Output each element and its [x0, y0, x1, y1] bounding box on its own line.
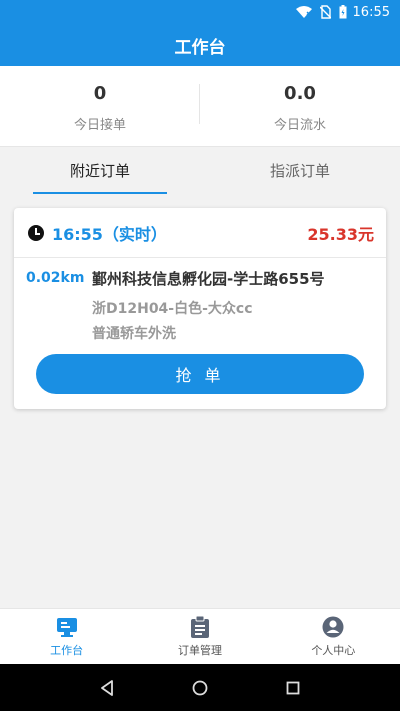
stat-orders-today: 0 今日接单: [0, 66, 200, 146]
page-title: 工作台: [0, 24, 400, 66]
order-card[interactable]: 16:55（实时） 25.33元 0.02km 鄞州科技信息孵化园-学士路655…: [14, 208, 386, 409]
clipboard-icon: [189, 615, 211, 638]
stat-label: 今日接单: [73, 118, 126, 133]
tab-nearby-orders[interactable]: 附近订单: [0, 147, 200, 194]
back-icon[interactable]: [92, 673, 122, 703]
order-service: 普通轿车外洗: [92, 326, 176, 342]
order-address: 鄞州科技信息孵化园-学士路655号: [92, 270, 325, 288]
home-icon[interactable]: [185, 673, 215, 703]
wifi-icon: [295, 6, 312, 18]
order-card-body: 0.02km 鄞州科技信息孵化园-学士路655号 浙D12H04-白色-大众cc…: [14, 258, 386, 409]
nav-label: 订单管理: [177, 643, 222, 657]
grab-order-button[interactable]: 抢 单: [36, 354, 364, 394]
monitor-icon: [56, 616, 78, 638]
status-bar: 16:55: [0, 0, 400, 24]
stat-value: 0: [93, 83, 107, 104]
order-card-header: 16:55（实时） 25.33元: [14, 208, 386, 258]
user-icon: [322, 616, 344, 638]
nav-label: 工作台: [50, 643, 84, 657]
no-sim-icon: [319, 5, 331, 19]
bottom-nav: 工作台 订单管理 个人中心: [0, 608, 400, 664]
tab-assigned-orders[interactable]: 指派订单: [200, 147, 400, 194]
system-nav-bar: [0, 664, 400, 711]
stat-revenue-today: 0.0 今日流水: [200, 66, 400, 146]
stats-panel: 0 今日接单 0.0 今日流水: [0, 66, 400, 146]
battery-icon: [339, 5, 347, 19]
order-distance: 0.02km: [26, 270, 85, 286]
nav-item-order-management[interactable]: 订单管理: [133, 609, 266, 664]
order-time: 16:55（实时）: [52, 224, 167, 244]
tab-active-indicator: [33, 192, 167, 194]
nav-label: 个人中心: [311, 643, 356, 657]
status-time: 16:55: [352, 4, 390, 20]
nav-item-profile[interactable]: 个人中心: [267, 609, 400, 664]
order-tabs: 附近订单 指派订单: [0, 146, 400, 194]
tab-label: 附近订单: [69, 162, 130, 180]
stat-label: 今日流水: [273, 118, 326, 133]
order-vehicle: 浙D12H04-白色-大众cc: [92, 301, 253, 317]
recents-icon[interactable]: [278, 673, 308, 703]
clock-icon: [28, 224, 44, 241]
stat-value: 0.0: [284, 83, 316, 104]
nav-item-workbench[interactable]: 工作台: [0, 609, 133, 664]
tab-label: 指派订单: [269, 162, 330, 180]
order-price: 25.33元: [307, 224, 374, 244]
